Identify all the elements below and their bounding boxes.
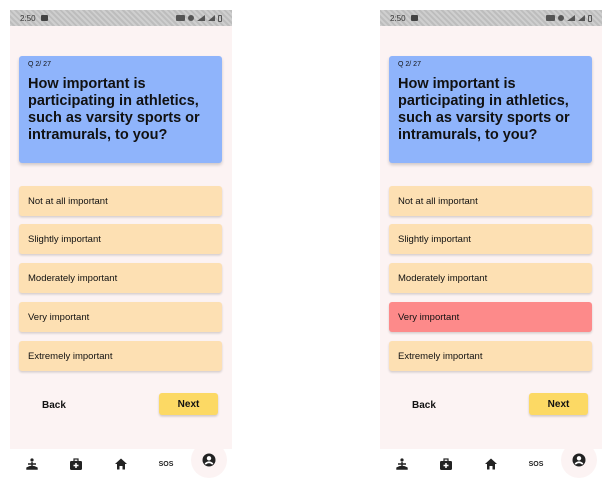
meditation-icon[interactable]	[394, 456, 410, 472]
option-very-important[interactable]: Very important	[19, 302, 222, 332]
back-button[interactable]: Back	[412, 400, 436, 411]
option-slightly-important[interactable]: Slightly important	[389, 224, 592, 254]
sos-icon[interactable]: SOS	[524, 456, 548, 472]
next-button[interactable]: Next	[159, 393, 218, 415]
signal-2-icon	[578, 15, 585, 21]
nfc-icon	[546, 15, 555, 21]
home-icon[interactable]	[113, 456, 129, 472]
question-text: How important is participating in athlet…	[28, 76, 200, 143]
home-icon[interactable]	[483, 456, 499, 472]
battery-icon	[218, 14, 222, 22]
signal-icon	[197, 15, 205, 21]
phone-screen-unselected: 2:50 Q 2/ 27 How important is participat…	[10, 10, 232, 487]
option-moderately-important[interactable]: Moderately important	[19, 263, 222, 293]
notification-icon	[40, 15, 48, 21]
system-icons	[176, 14, 222, 22]
question-card: Q 2/ 27 How important is participating i…	[389, 56, 592, 163]
option-extremely-important[interactable]: Extremely important	[389, 341, 592, 371]
option-slightly-important[interactable]: Slightly important	[19, 224, 222, 254]
signal-2-icon	[208, 15, 215, 21]
option-moderately-important[interactable]: Moderately important	[389, 263, 592, 293]
next-button[interactable]: Next	[529, 393, 588, 415]
medical-kit-icon[interactable]	[68, 456, 84, 472]
sos-icon[interactable]: SOS	[154, 456, 178, 472]
status-time: 2:50	[20, 13, 36, 23]
medical-kit-icon[interactable]	[438, 456, 454, 472]
option-not-at-all-important[interactable]: Not at all important	[389, 186, 592, 216]
meditation-icon[interactable]	[24, 456, 40, 472]
question-count: Q 2/ 27	[28, 61, 51, 68]
profile-icon[interactable]	[561, 442, 597, 478]
status-bar: 2:50	[380, 10, 602, 26]
option-very-important-selected[interactable]: Very important	[389, 302, 592, 332]
question-card: Q 2/ 27 How important is participating i…	[19, 56, 222, 163]
signal-icon	[567, 15, 575, 21]
profile-icon[interactable]	[191, 442, 227, 478]
battery-icon	[588, 14, 592, 22]
option-extremely-important[interactable]: Extremely important	[19, 341, 222, 371]
notification-icon	[410, 15, 418, 21]
option-not-at-all-important[interactable]: Not at all important	[19, 186, 222, 216]
status-bar: 2:50	[10, 10, 232, 26]
question-text: How important is participating in athlet…	[398, 76, 570, 143]
nfc-icon	[176, 15, 185, 21]
vibrate-icon	[188, 15, 194, 21]
phone-screen-selected: 2:50 Q 2/ 27 How important is participat…	[380, 10, 602, 487]
back-button[interactable]: Back	[42, 400, 66, 411]
status-time: 2:50	[390, 13, 406, 23]
vibrate-icon	[558, 15, 564, 21]
system-icons	[546, 14, 592, 22]
question-count: Q 2/ 27	[398, 61, 421, 68]
